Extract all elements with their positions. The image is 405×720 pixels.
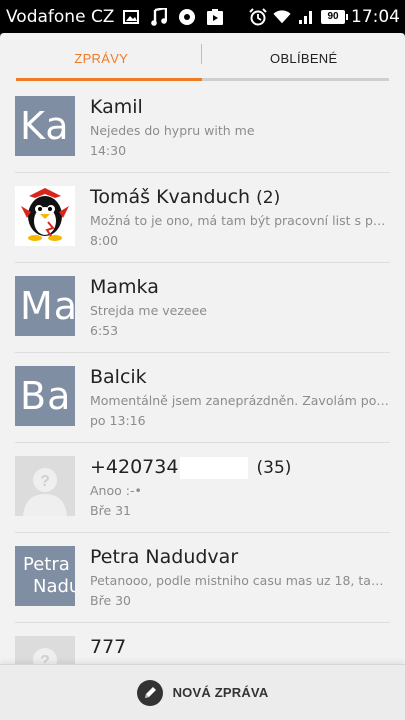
message-time: Bře 31 — [90, 503, 132, 518]
conversation-row[interactable]: Ka Kamil Nejedes do hypru with me 14:30 — [0, 83, 405, 173]
signal-icon — [297, 8, 315, 26]
contact-name: +420734 — [90, 456, 179, 478]
pencil-icon — [136, 679, 163, 706]
message-time: 14:30 — [90, 143, 127, 158]
message-count: (35) — [256, 458, 292, 478]
status-bar: Vodafone CZ 90 17:04 — [0, 0, 405, 33]
contact-name: Tomáš Kvanduch — [90, 186, 251, 208]
message-preview: Možná to je ono, má tam být pracovní lis… — [90, 213, 389, 228]
svg-text:?: ? — [40, 473, 50, 490]
redacted-block — [180, 456, 249, 479]
message-count: (2) — [256, 188, 281, 208]
avatar-line-2: Nadu — [33, 576, 75, 597]
message-time: Bře 30 — [90, 593, 132, 608]
tab-divider — [201, 44, 202, 64]
wifi-icon — [273, 8, 291, 26]
conversation-row[interactable]: Ma Mamka Strejda me vezeee 6:53 — [0, 263, 405, 353]
avatar: ? — [15, 456, 75, 516]
contact-name: Kamil — [90, 96, 143, 118]
message-preview: Petanooo, podle mistniho casu mas uz 18,… — [90, 573, 389, 588]
tab-messages[interactable]: ZPRÁVY — [0, 33, 203, 83]
message-preview: Anoo :-• — [90, 483, 142, 498]
tab-indicator — [16, 78, 202, 81]
message-time: 6:53 — [90, 323, 119, 338]
new-message-button[interactable]: NOVÁ ZPRÁVA — [0, 664, 405, 720]
conversation-row[interactable]: Tomáš Kvanduch (2) Možná to je ono, má t… — [0, 173, 405, 263]
tab-favorites[interactable]: OBLÍBENÉ — [203, 33, 405, 83]
conversation-row[interactable]: ? +420734 (35) Anoo :-• Bře 31 — [0, 443, 405, 533]
avatar: Ka — [15, 96, 75, 156]
message-time: po 13:16 — [90, 413, 146, 428]
contact-name: Petra Nadudvar — [90, 546, 239, 568]
play-icon — [206, 8, 224, 26]
avatar: Ba — [15, 366, 75, 426]
contact-name: 777 — [90, 636, 127, 658]
avatar: Petra Nadu — [15, 546, 75, 606]
avatar: Ma — [15, 276, 75, 336]
music-icon — [150, 7, 168, 26]
contact-name: Balcik — [90, 366, 147, 388]
conversation-list[interactable]: Ka Kamil Nejedes do hypru with me 14:30 — [0, 83, 405, 713]
message-preview: Momentálně jsem zaneprázdněn. Zavolám po… — [90, 393, 389, 408]
message-time: 8:00 — [90, 233, 119, 248]
penguin-avatar-icon — [21, 188, 69, 241]
message-preview: Nejedes do hypru with me — [90, 123, 255, 138]
conversation-row[interactable]: Petra Nadu Petra Nadudvar Petanooo, podl… — [0, 533, 405, 623]
tab-bar: ZPRÁVY OBLÍBENÉ — [0, 33, 405, 83]
conversation-row[interactable]: Ba Balcik Momentálně jsem zaneprázdněn. … — [0, 353, 405, 443]
avatar-line-1: Petra — [23, 554, 70, 575]
alarm-icon — [249, 7, 267, 26]
message-preview: Strejda me vezeee — [90, 303, 207, 318]
messaging-app: ZPRÁVY OBLÍBENÉ Ka Kamil Nejedes do hypr… — [0, 33, 405, 720]
chat-icon — [178, 8, 196, 26]
carrier-name: Vodafone CZ — [6, 6, 115, 27]
image-icon — [122, 8, 140, 26]
avatar — [15, 186, 75, 246]
person-placeholder-icon: ? — [23, 468, 67, 516]
contact-name: Mamka — [90, 276, 159, 298]
new-message-label: NOVÁ ZPRÁVA — [172, 685, 269, 700]
clock: 17:04 — [351, 6, 400, 27]
battery-icon: 90 — [321, 9, 348, 24]
